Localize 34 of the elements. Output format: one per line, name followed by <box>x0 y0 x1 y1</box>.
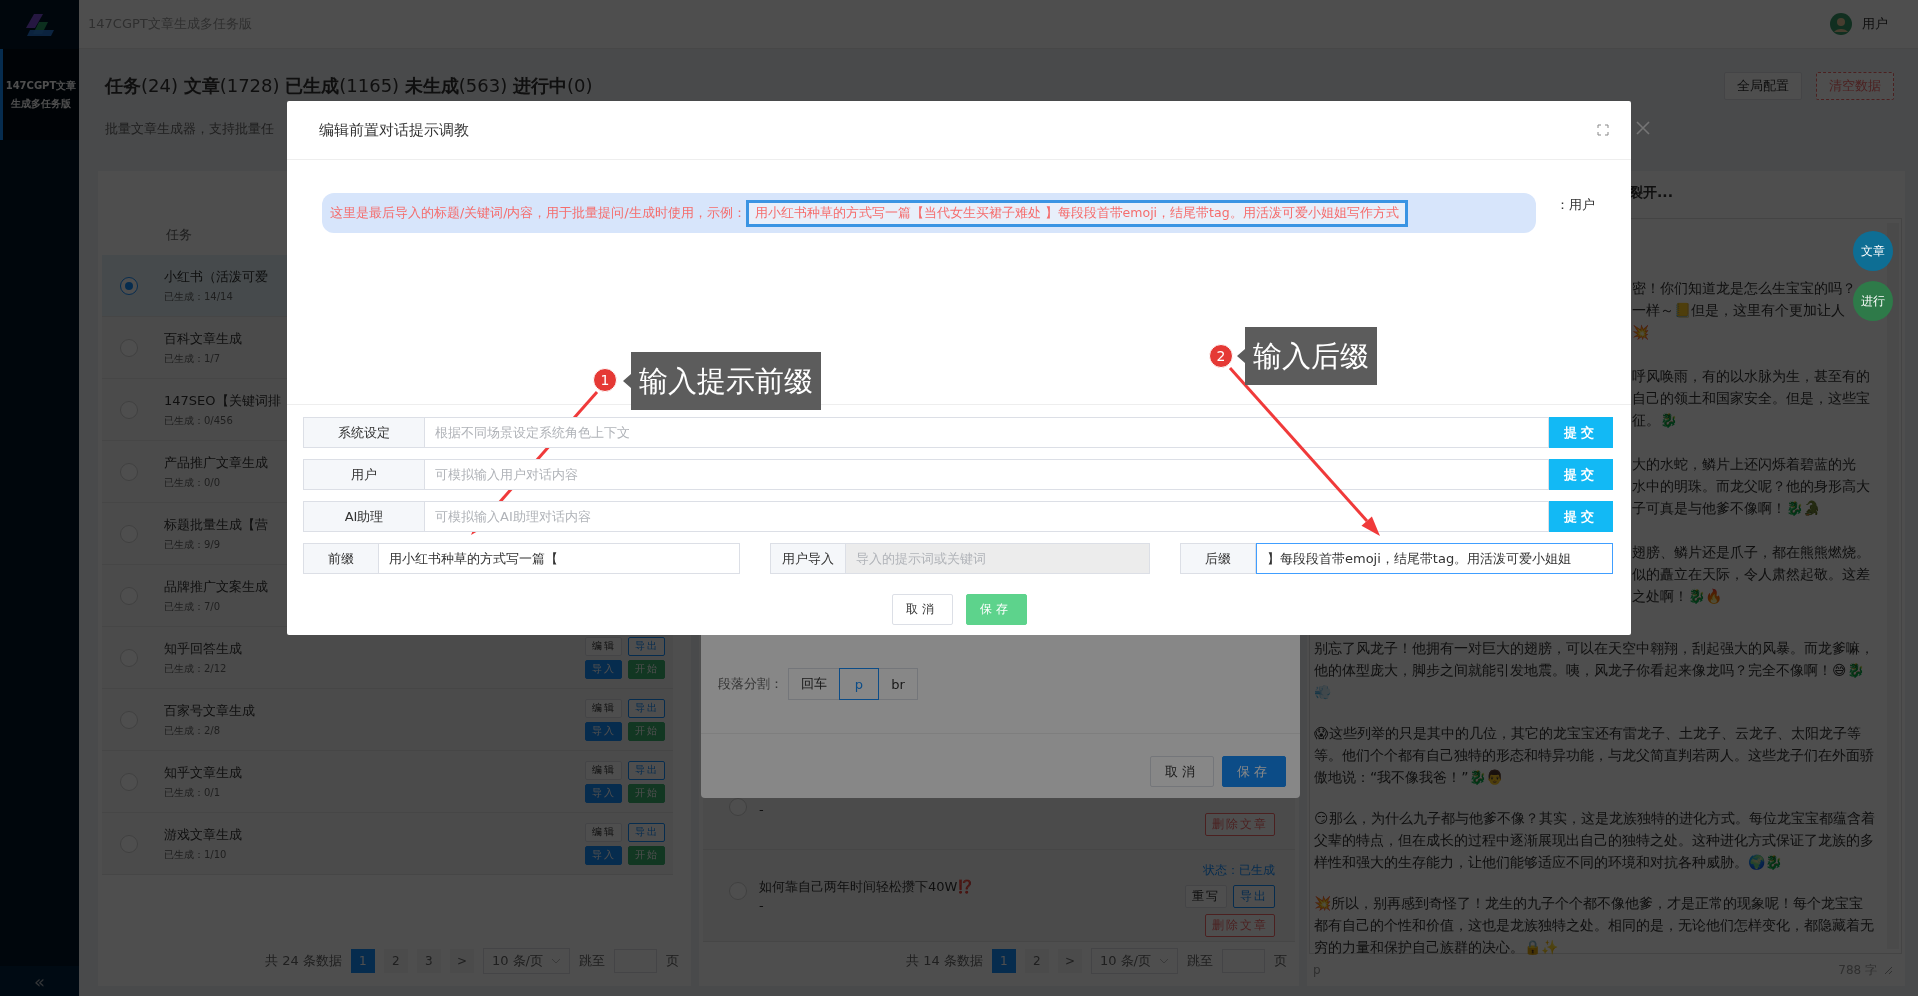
field-label: AI助理 <box>303 501 425 532</box>
split-label: 段落分割： <box>718 675 783 693</box>
task-title: 产品推广文章生成 <box>164 453 268 472</box>
article-text-line: 自己的领土和国家安全。但是，这些宝 <box>1632 389 1870 408</box>
task-title: 百家号文章生成 <box>164 701 255 720</box>
article-text-line: 似的矗立在天际，令人肃然起敬。这差 <box>1632 565 1870 584</box>
article-text-line: 征。🐉 <box>1632 411 1677 430</box>
annotation-label: 输入后缀 <box>1237 327 1377 385</box>
article-paragraph: 😏那么，为什么九子都与他爹不像？其实，这是龙族独特的进化方式。每位龙宝宝都蕴含着父辈的特点，但在成长的过程中逐渐展现出自己的独特之处。这种进化方式保证了龙族的多样性和强大的生存能力，让他们能够适应不同的环境和对抗各种威胁。🌍🐉 <box>1314 809 1875 872</box>
article-text-line: 一样～📒但是，这里有个更加让人 <box>1632 301 1845 320</box>
article-text-line: 💥 <box>1632 323 1649 342</box>
dialog-title: 编辑前置对话提示调教 <box>319 120 469 140</box>
field-label: 用户 <box>303 459 425 490</box>
task-title: 小红书（活泼可爱 <box>164 267 268 286</box>
article-excerpt: - <box>759 898 765 913</box>
article-text-line: 密！你们知道龙是怎么生宝宝的吗？ <box>1632 279 1856 298</box>
field-label: 系统设定 <box>303 417 425 448</box>
article-text-line: 之处啊！🐉🔥 <box>1632 587 1722 606</box>
selected-text: 用小红书种草的方式写一篇【当代女生买裙子难处 】每段段首带emoji，结尾带tag。用活泼可爱小姐姐写作方式 <box>745 199 1408 227</box>
article-text-line: 水中的明珠。而龙父呢？他的身形高大 <box>1632 477 1870 496</box>
field-label: 前缀 <box>303 543 379 574</box>
message-sender: ：用户 <box>1556 197 1595 214</box>
task-title: 知乎文章生成 <box>164 763 242 782</box>
article-text-line: 子可真是与他爹不像啊！🐉🐊 <box>1632 499 1820 518</box>
message-text: 这里是最后导入的标题/关键词/内容，用于批量提问/生成时使用，示例： <box>330 204 746 222</box>
article-paragraph: 💥所以，别再感到奇怪了！龙生的九子个个都不像他爹，才是正常的现象呢！每个龙宝宝都有自己的个性和价值，这也是龙族独特之处。相同的是，无论他们怎样变化，都隐藏着无穷的力量和保护自己族群的决心。🔒✨ <box>1314 894 1875 957</box>
task-title: 知乎回答生成 <box>164 639 242 658</box>
field-label: 用户导入 <box>770 543 846 574</box>
article-text-line: 翅膀、鳞片还是爪子，都在熊熊燃烧。 <box>1632 543 1870 562</box>
field-label: 后缀 <box>1180 543 1256 574</box>
article-excerpt: - <box>759 802 765 817</box>
annotation-label: 输入提示前缀 <box>623 352 821 410</box>
task-title: 百科文章生成 <box>164 329 242 348</box>
page-title: 任务(24) 文章(1728) 已生成(1165) 未生成(563) 进行中(0) <box>105 74 593 98</box>
